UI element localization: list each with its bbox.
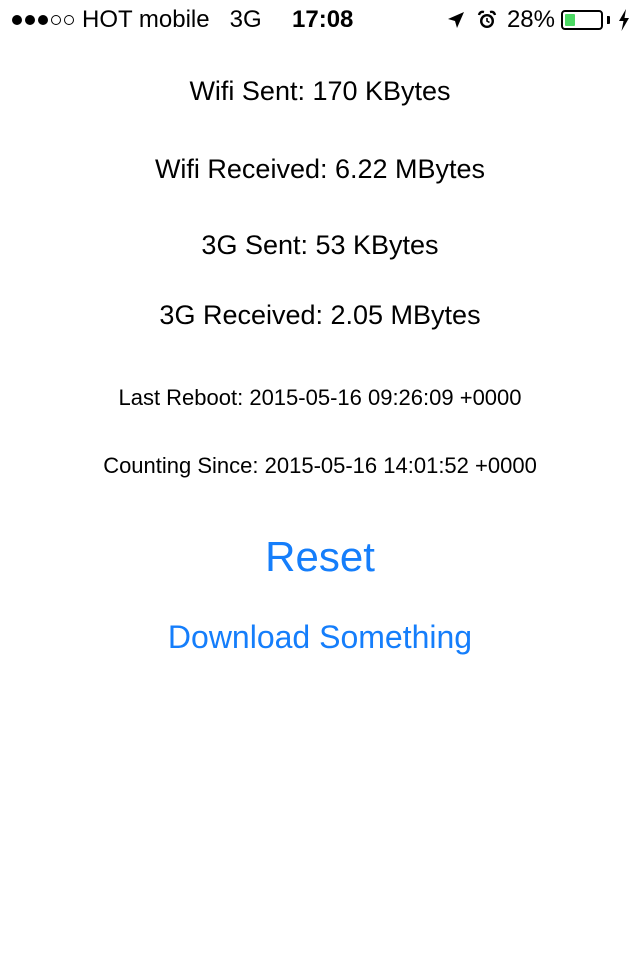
wifi-received-label: Wifi Received: 6.22 MBytes xyxy=(154,154,486,184)
battery-level-fill xyxy=(565,14,575,26)
status-bar-left: HOT mobile 3G xyxy=(12,6,282,34)
download-something-button[interactable]: Download Something xyxy=(0,617,640,657)
counting-since-label: Counting Since: 2015-05-16 14:01:52 +000… xyxy=(103,453,537,478)
wifi-sent-label: Wifi Sent: 170 KBytes xyxy=(189,76,451,106)
status-bar: HOT mobile 3G 17:08 28% xyxy=(0,0,640,40)
signal-strength-icon xyxy=(12,15,74,25)
battery-tip xyxy=(607,16,610,24)
battery-icon xyxy=(561,10,603,30)
battery-percentage: 28% xyxy=(506,6,555,33)
signal-dot-filled xyxy=(12,15,22,25)
network-type: 3G xyxy=(229,6,262,33)
signal-dot-empty xyxy=(64,15,74,25)
alarm-clock-icon xyxy=(477,10,497,30)
signal-dot-empty xyxy=(51,15,61,25)
location-arrow-icon xyxy=(447,11,465,29)
charging-bolt-icon xyxy=(618,9,630,31)
carrier-name: HOT mobile xyxy=(82,6,210,33)
last-reboot-label: Last Reboot: 2015-05-16 09:26:09 +0000 xyxy=(118,385,522,410)
reset-button[interactable]: Reset xyxy=(0,532,640,582)
status-bar-right: 28% xyxy=(447,6,630,34)
signal-dot-filled xyxy=(38,15,48,25)
cellular-received-label: 3G Received: 2.05 MBytes xyxy=(159,300,481,330)
signal-dot-filled xyxy=(25,15,35,25)
status-time: 17:08 xyxy=(292,6,354,33)
cellular-sent-label: 3G Sent: 53 KBytes xyxy=(201,230,439,260)
